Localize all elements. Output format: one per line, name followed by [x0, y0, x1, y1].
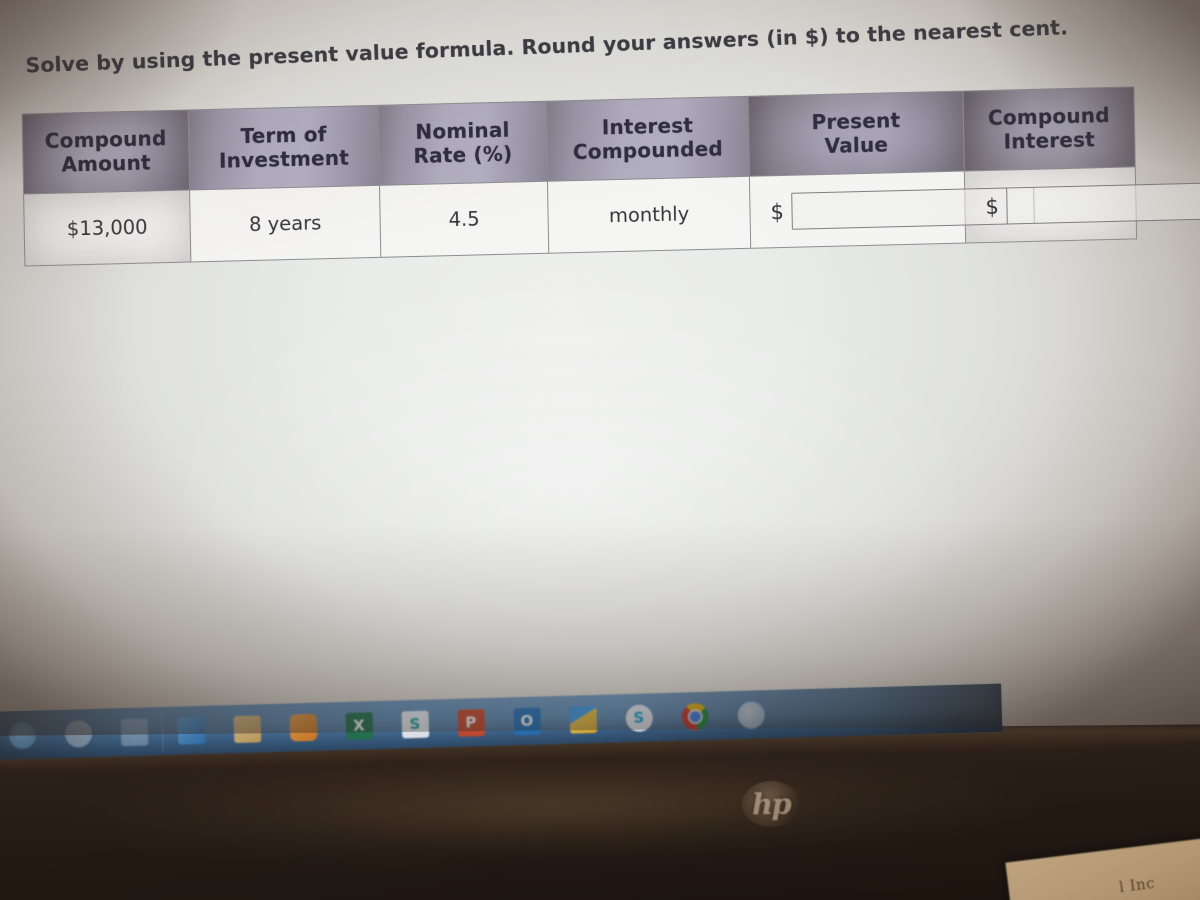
header-line-2: Investment: [218, 145, 350, 173]
present-value-table-wrapper: Compound Amount Term of Investment Nomin…: [21, 86, 1200, 267]
photo-of-laptop-screen: hp l Inc Solve by using the present valu…: [0, 0, 1200, 900]
search-icon[interactable]: [55, 713, 100, 754]
header-line-2: Rate (%): [413, 141, 513, 168]
column-header-compound-interest: Compound Interest: [962, 86, 1136, 172]
outlook-icon[interactable]: O: [504, 700, 549, 741]
header-line-2: Value: [824, 131, 889, 158]
present-value-entry: $: [756, 186, 1036, 231]
column-header-present-value: Present Value: [747, 91, 965, 177]
store-icon[interactable]: [168, 710, 213, 751]
header-line-2: Amount: [61, 149, 151, 177]
cell-present-value: $: [749, 171, 1036, 249]
problem-statement: Solve by using the present value formula…: [25, 15, 1069, 78]
header-line-2: Interest: [1003, 126, 1096, 154]
cell-term-of-investment: 8 years: [189, 185, 381, 262]
excel-glyph: X: [345, 711, 373, 740]
powerpoint-icon[interactable]: P: [448, 702, 493, 743]
screen-content: Solve by using the present value formula…: [0, 0, 1200, 760]
header-line-1: Compound: [987, 103, 1110, 131]
teams-glyph: S: [401, 710, 429, 738]
column-header-nominal-rate: Nominal Rate (%): [378, 101, 548, 186]
skype-glyph: S: [624, 703, 653, 732]
hp-logo-text: hp: [751, 786, 791, 822]
cell-compound-interest: $: [964, 166, 1200, 244]
dollar-sign-present-value: $: [770, 199, 785, 224]
media-icon[interactable]: [280, 707, 325, 748]
cell-compound-amount: $13,000: [23, 189, 191, 267]
dollar-sign-compound-interest: $: [985, 194, 1000, 219]
column-header-interest-compounded: Interest Compounded: [545, 96, 750, 182]
powerpoint-glyph: P: [456, 708, 485, 737]
present-value-table: Compound Amount Term of Investment Nomin…: [21, 86, 1200, 267]
skype-icon[interactable]: S: [616, 697, 661, 738]
excel-icon[interactable]: X: [336, 705, 381, 746]
outlook-glyph: O: [512, 707, 541, 735]
edge-icon[interactable]: [728, 694, 773, 735]
column-header-term-of-investment: Term of Investment: [188, 105, 380, 190]
cell-nominal-rate: 4.5: [379, 181, 549, 258]
start-icon[interactable]: [0, 714, 45, 755]
header-line-1: Compound: [44, 126, 167, 154]
taskbar-divider-1: [161, 711, 164, 752]
teams-icon[interactable]: S: [392, 703, 437, 744]
laptop-screen: Solve by using the present value formula…: [0, 0, 1200, 760]
header-line-2: Compounded: [572, 135, 724, 164]
mail-icon[interactable]: [224, 708, 269, 749]
column-header-compound-amount: Compound Amount: [22, 109, 190, 195]
compound-interest-input[interactable]: [1006, 181, 1200, 225]
folder-icon[interactable]: [560, 699, 605, 740]
taskview-icon[interactable]: [111, 711, 156, 752]
cell-interest-compounded: monthly: [547, 176, 751, 254]
chrome-icon[interactable]: [672, 696, 717, 737]
